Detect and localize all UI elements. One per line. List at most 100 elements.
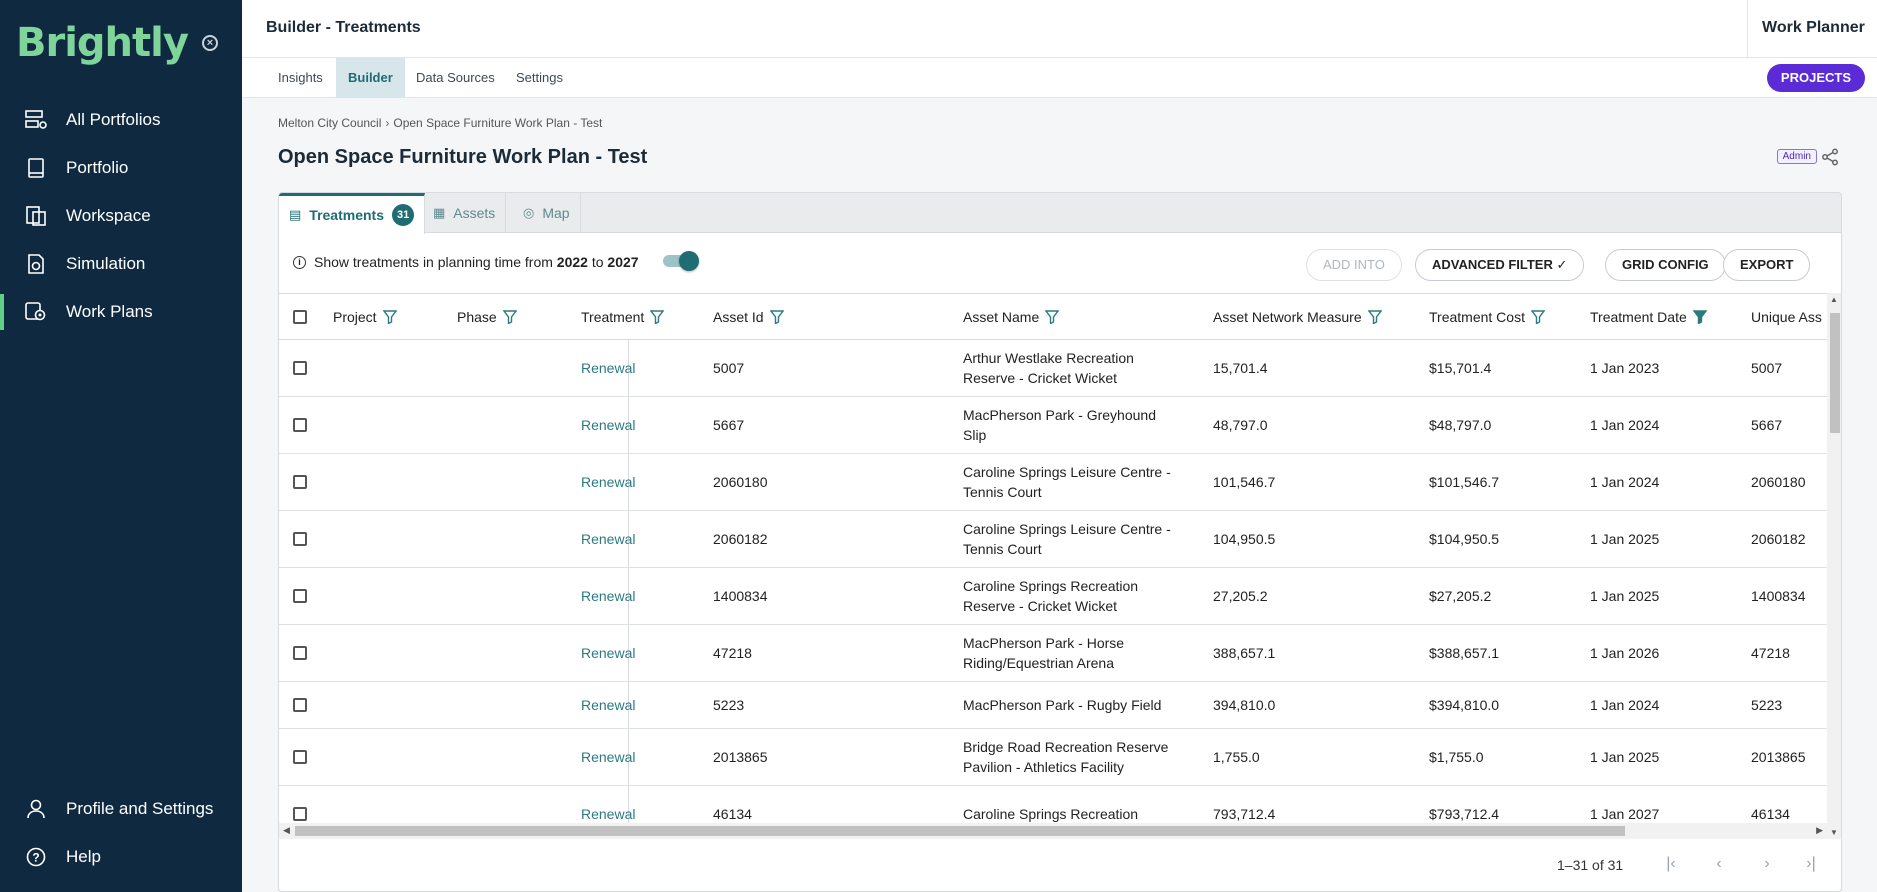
cell-treatment-text[interactable]: Renewal [581,695,635,715]
sidebar-item-work-plans[interactable]: Work Plans [0,288,242,336]
cell-unique-asset: 46134 [1751,786,1790,823]
projects-button[interactable]: PROJECTS [1766,64,1865,92]
horizontal-scrollbar[interactable]: ◀ ▶ [279,823,1827,839]
table-row[interactable]: Renewal 2013865 Bridge Road Recreation Res… [279,729,1827,786]
table-row[interactable]: Renewal 47218 MacPherson Park - Horse Ridi… [279,625,1827,682]
cell-treatment-cost: $1,755.0 [1429,729,1484,785]
filter-icon[interactable] [1367,310,1382,324]
sidebar-item-profile[interactable]: Profile and Settings [0,785,242,833]
filter-icon[interactable] [1045,310,1060,324]
table-row[interactable]: Renewal 5007 Arthur Westlake Recreation Re… [279,340,1827,397]
grid-config-button[interactable]: GRID CONFIG [1605,249,1726,281]
cell-treatment-text[interactable]: Renewal [581,529,635,549]
row-checkbox[interactable] [293,625,307,681]
sidebar-item-workspace[interactable]: Workspace [0,192,242,240]
checkbox[interactable] [293,532,307,546]
cell-treatment[interactable]: Renewal [581,397,635,453]
export-button[interactable]: EXPORT [1723,249,1811,281]
sidebar-item-help[interactable]: ? Help [0,833,242,881]
row-checkbox[interactable] [293,729,307,785]
checkbox[interactable] [293,589,307,603]
column-asset-name[interactable]: Asset Name [963,294,1060,340]
cell-treatment-text[interactable]: Renewal [581,358,635,378]
table-row[interactable]: Renewal 2060182 Caroline Springs Leisure C… [279,511,1827,568]
tab-assets[interactable]: ▦ Assets [423,193,507,233]
row-checkbox[interactable] [293,511,307,567]
next-page-icon[interactable]: › [1755,855,1779,875]
column-treatment-date[interactable]: Treatment Date [1590,294,1707,340]
cell-treatment[interactable]: Renewal [581,729,635,785]
cell-treatment[interactable]: Renewal [581,625,635,681]
cell-treatment[interactable]: Renewal [581,786,635,823]
column-project[interactable]: Project [333,294,397,340]
checkbox[interactable] [293,418,307,432]
column-asset-id[interactable]: Asset Id [713,294,784,340]
last-page-icon[interactable]: ›| [1799,855,1823,875]
filter-active-icon[interactable] [1692,310,1707,324]
filter-icon[interactable] [769,310,784,324]
table-row[interactable]: Renewal 1400834 Caroline Springs Recreatio… [279,568,1827,625]
cell-treatment-text[interactable]: Renewal [581,586,635,606]
cell-treatment[interactable]: Renewal [581,682,635,728]
row-checkbox[interactable] [293,786,307,823]
column-phase[interactable]: Phase [457,294,517,340]
sidebar-item-portfolio[interactable]: Portfolio [0,144,242,192]
tab-insights[interactable]: Insights [266,58,335,98]
filter-icon[interactable] [382,310,397,324]
column-unique-asset[interactable]: Unique Ass [1751,294,1822,340]
cell-treatment-text[interactable]: Renewal [581,415,635,435]
row-checkbox[interactable] [293,340,307,396]
sidebar: Brightly × All Portfolios Portfolio Work… [0,0,242,892]
checkbox[interactable] [293,807,307,821]
row-checkbox[interactable] [293,682,307,728]
cell-treatment-cost-text: $104,950.5 [1429,531,1500,547]
row-checkbox[interactable] [293,568,307,624]
checkbox[interactable] [293,361,307,375]
column-asset-network-measure[interactable]: Asset Network Measure [1213,294,1382,340]
cell-treatment-text[interactable]: Renewal [581,472,635,492]
checkbox[interactable] [293,646,307,660]
tab-treatments[interactable]: ▤ Treatments 31 [279,193,426,234]
treatments-grid: Project Phase Treatment Asset Id Asset N… [279,293,1827,823]
checkbox[interactable] [293,475,307,489]
table-row[interactable]: Renewal 5667 MacPherson Park - Greyhound S… [279,397,1827,454]
table-row[interactable]: Renewal 46134 Caroline Springs Recreation 7… [279,786,1827,823]
vertical-scrollbar[interactable]: ▲ ▼ [1827,293,1841,839]
filter-icon[interactable] [502,310,517,324]
table-row[interactable]: Renewal 5223 MacPherson Park - Rugby Field… [279,682,1827,729]
sidebar-item-simulation[interactable]: Simulation [0,240,242,288]
previous-page-icon[interactable]: ‹ [1707,855,1731,875]
table-row[interactable]: Renewal 2060180 Caroline Springs Leisure C… [279,454,1827,511]
tab-builder[interactable]: Builder [336,58,405,98]
filter-icon[interactable] [650,310,665,324]
breadcrumb-parent[interactable]: Melton City Council [278,116,381,130]
planning-time-toggle[interactable] [663,251,699,271]
app-switcher[interactable]: Work Planner [1747,0,1877,58]
tab-map[interactable]: ◎ Map [513,193,581,233]
cell-treatment[interactable]: Renewal [581,568,635,624]
cell-treatment[interactable]: Renewal [581,454,635,510]
cell-treatment-text[interactable]: Renewal [581,804,635,823]
share-icon[interactable] [1821,148,1839,166]
advanced-filter-button[interactable]: ADVANCED FILTER ✓ [1415,249,1585,281]
header-title: Builder - Treatments [266,19,421,36]
cell-treatment[interactable]: Renewal [581,340,635,396]
cell-treatment-text[interactable]: Renewal [581,747,635,767]
row-checkbox[interactable] [293,454,307,510]
collapse-sidebar-icon[interactable]: × [201,35,218,51]
row-checkbox[interactable] [293,397,307,453]
checkbox[interactable] [293,750,307,764]
add-into-button[interactable]: ADD INTO [1306,249,1402,281]
brightly-logo: Brightly [16,20,189,66]
column-treatment-cost[interactable]: Treatment Cost [1429,294,1545,340]
column-treatment[interactable]: Treatment [581,294,665,340]
checkbox[interactable] [293,698,307,712]
cell-treatment[interactable]: Renewal [581,511,635,567]
cell-treatment-text[interactable]: Renewal [581,643,635,663]
tab-settings[interactable]: Settings [504,58,575,98]
filter-icon[interactable] [1530,310,1545,324]
tab-data-sources[interactable]: Data Sources [404,58,507,98]
sidebar-item-all-portfolios[interactable]: All Portfolios [0,96,242,144]
first-page-icon[interactable]: |‹ [1659,855,1683,875]
select-all-checkbox[interactable] [293,294,307,340]
